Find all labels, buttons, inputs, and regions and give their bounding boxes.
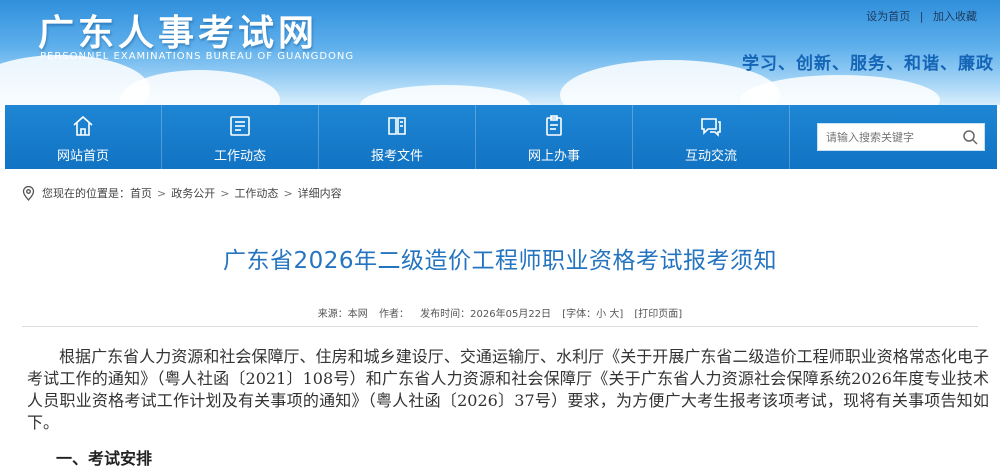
chat-icon <box>633 114 789 140</box>
nav-item-documents[interactable]: 报考文件 <box>319 105 476 169</box>
breadcrumb-prefix: 您现在的位置是： <box>42 187 130 200</box>
print-page-link[interactable]: [打印页面] <box>634 309 682 320</box>
nav-item-online-services[interactable]: 网上办事 <box>476 105 633 169</box>
breadcrumb-work-news[interactable]: 工作动态 <box>234 185 278 201</box>
breadcrumb-current: 详细内容 <box>297 187 342 200</box>
nav-label: 网站首页 <box>56 149 109 164</box>
article-meta: 来源：本网 作者： 发布时间：2026年05月22日 [字体：小 大] [打印页… <box>22 305 978 327</box>
header-banner: 广东人事考试网 PERSONNEL EXAMINATIONS BUREAU OF… <box>0 0 1000 105</box>
document-icon <box>319 114 475 140</box>
breadcrumb-separator: > <box>157 186 167 200</box>
clipboard-icon <box>476 114 632 140</box>
nav-label: 工作动态 <box>213 149 266 164</box>
news-icon <box>162 114 318 140</box>
nav-label: 网上办事 <box>527 149 580 164</box>
font-size-control[interactable]: [字体：小 大] <box>562 309 623 320</box>
search-box <box>817 123 985 151</box>
add-favorite-link[interactable]: 加入收藏 <box>933 10 977 23</box>
article-author: 作者： <box>378 309 409 320</box>
link-separator: | <box>919 10 924 23</box>
nav-item-home[interactable]: 网站首页 <box>5 105 162 169</box>
breadcrumb-gov-affairs[interactable]: 政务公开 <box>171 185 215 201</box>
article-date: 发布时间：2026年05月22日 <box>420 309 552 320</box>
article-paragraph: 根据广东省人力资源和社会保障厅、住房和城乡建设厅、交通运输厅、水利厅《关于开展广… <box>27 347 989 432</box>
breadcrumb-separator: > <box>283 186 293 200</box>
nav-label: 互动交流 <box>684 149 737 164</box>
site-logo-title[interactable]: 广东人事考试网 <box>38 4 318 56</box>
location-pin-icon <box>22 185 35 201</box>
slogan: 学习、创新、服务、和谐、廉政 <box>742 54 994 74</box>
set-homepage-link[interactable]: 设为首页 <box>866 10 910 23</box>
nav-item-news[interactable]: 工作动态 <box>162 105 319 169</box>
search-input[interactable] <box>818 124 954 150</box>
top-links: 设为首页 | 加入收藏 <box>863 8 980 24</box>
breadcrumb-home[interactable]: 首页 <box>130 185 152 201</box>
search-icon[interactable] <box>962 129 978 145</box>
article-source: 来源：本网 <box>317 309 368 320</box>
main-nav: 网站首页 工作动态 报考文件 网上办事 互动交流 <box>5 105 997 169</box>
site-subtitle: PERSONNEL EXAMINATIONS BUREAU OF GUANGDO… <box>40 51 355 62</box>
breadcrumb-separator: > <box>220 186 230 200</box>
section-heading: 一、考试安排 <box>56 449 153 468</box>
cloud-decoration <box>360 85 530 105</box>
article-title: 广东省2026年二级造价工程师职业资格考试报考须知 <box>222 248 778 274</box>
breadcrumb: 您现在的位置是： 首页 > 政务公开 > 工作动态 > 详细内容 <box>22 185 342 201</box>
cloud-decoration <box>120 70 280 105</box>
nav-item-interaction[interactable]: 互动交流 <box>633 105 790 169</box>
nav-label: 报考文件 <box>370 149 423 164</box>
home-icon <box>5 114 161 140</box>
